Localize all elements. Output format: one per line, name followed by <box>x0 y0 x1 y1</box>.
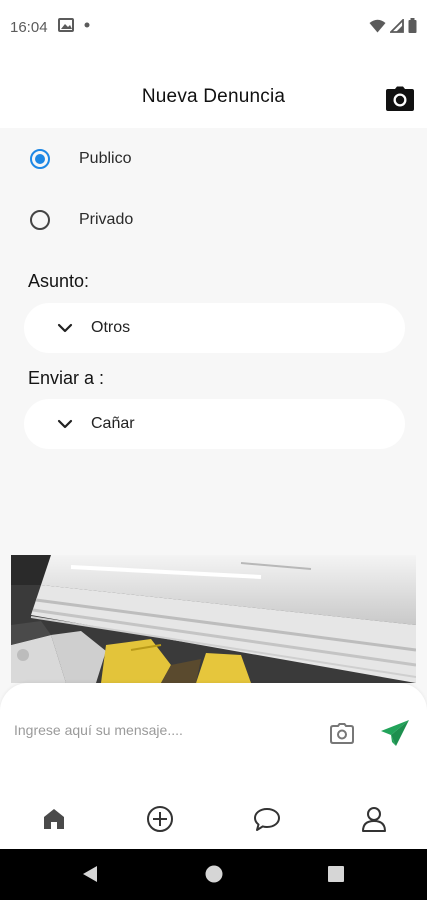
back-icon[interactable] <box>82 865 98 883</box>
battery-icon <box>408 18 417 33</box>
home-button-icon[interactable] <box>205 865 223 883</box>
chevron-down-icon <box>57 323 73 333</box>
radio-label-publico: Publico <box>79 150 132 167</box>
camera-icon[interactable] <box>385 86 415 112</box>
wifi-icon <box>369 19 386 32</box>
gallery-notification-icon <box>58 18 74 32</box>
profile-icon[interactable] <box>360 805 388 833</box>
status-system-icons <box>369 18 417 33</box>
bottom-nav <box>0 787 427 849</box>
system-nav-bar <box>0 849 427 900</box>
asunto-label: Asunto: <box>28 271 90 291</box>
router-cables-image <box>11 555 416 683</box>
camera-icon[interactable] <box>330 723 354 744</box>
radio-publico[interactable]: Publico <box>0 139 427 179</box>
radio-label-privado: Privado <box>79 211 134 228</box>
home-icon[interactable] <box>40 805 68 833</box>
enviar-label: Enviar a : <box>28 368 105 388</box>
radio-button[interactable] <box>30 210 50 230</box>
enviar-dropdown[interactable]: Cañar <box>24 399 405 449</box>
add-circle-icon[interactable] <box>146 805 174 833</box>
status-bar: 16:04 <box>0 0 427 56</box>
send-icon[interactable] <box>380 719 410 747</box>
chevron-down-icon <box>57 419 73 429</box>
signal-icon <box>390 18 404 33</box>
dot-icon <box>84 22 90 28</box>
status-time: 16:04 <box>10 19 48 36</box>
asunto-value: Otros <box>91 319 131 336</box>
chat-icon[interactable] <box>253 805 281 833</box>
report-form: Publico Privado Asunto: Otros Enviar a :… <box>0 128 427 683</box>
recents-icon[interactable] <box>328 866 344 882</box>
radio-button-selected[interactable] <box>30 149 50 169</box>
page-title: Nueva Denuncia <box>141 86 286 107</box>
app-bar: Nueva Denuncia <box>0 56 427 128</box>
enviar-value: Cañar <box>91 415 135 432</box>
status-notifications <box>58 18 90 32</box>
attached-photo[interactable] <box>11 555 416 683</box>
radio-privado[interactable]: Privado <box>0 200 427 240</box>
message-input[interactable] <box>14 719 314 741</box>
compose-bar <box>0 683 427 787</box>
asunto-dropdown[interactable]: Otros <box>24 303 405 353</box>
